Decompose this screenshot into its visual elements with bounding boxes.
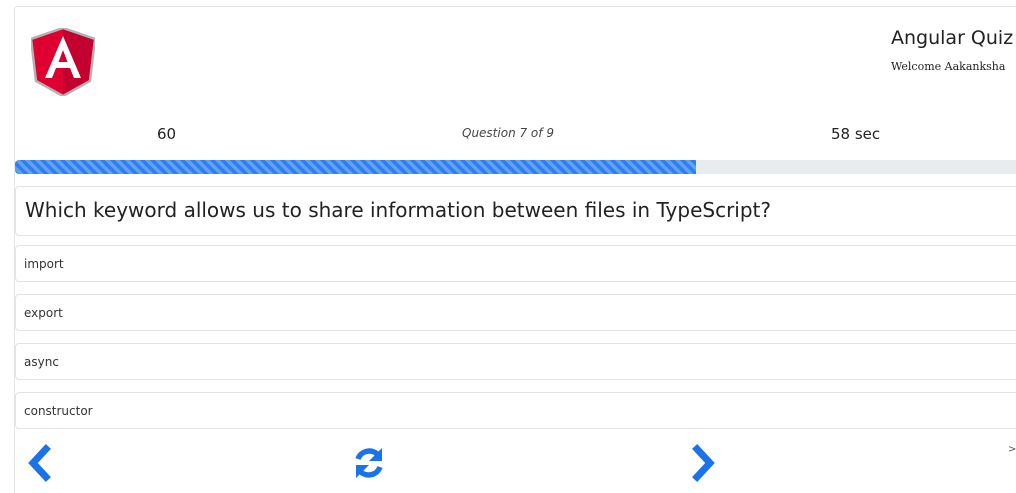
- progress-bar: [15, 160, 1016, 174]
- answer-option-label: export: [24, 306, 63, 320]
- answer-option-label: async: [24, 355, 59, 369]
- angular-logo-icon: [31, 28, 95, 96]
- more-indicator[interactable]: >: [1008, 444, 1016, 455]
- answer-option-4[interactable]: constructor: [15, 392, 1016, 429]
- answer-option-label: import: [24, 257, 64, 271]
- progress-bar-fill: [15, 160, 696, 174]
- question-panel: Which keyword allows us to share informa…: [15, 186, 1016, 236]
- question-text: Which keyword allows us to share informa…: [25, 198, 772, 222]
- welcome-text: Welcome Aakanksha: [891, 60, 1006, 73]
- quiz-page: Angular Quiz Welcome Aakanksha 60 Questi…: [0, 0, 1016, 493]
- app-title: Angular Quiz: [891, 27, 1014, 49]
- answer-option-3[interactable]: async: [15, 343, 1016, 380]
- refresh-icon[interactable]: [352, 444, 386, 482]
- answer-option-1[interactable]: import: [15, 245, 1016, 282]
- chevron-right-icon[interactable]: [686, 444, 720, 482]
- answer-option-2[interactable]: export: [15, 294, 1016, 331]
- timer: 58 sec: [831, 125, 881, 143]
- answer-option-label: constructor: [24, 404, 93, 418]
- score-value: 60: [157, 125, 177, 143]
- question-counter: Question 7 of 9: [462, 126, 554, 140]
- chevron-left-icon[interactable]: [24, 444, 58, 482]
